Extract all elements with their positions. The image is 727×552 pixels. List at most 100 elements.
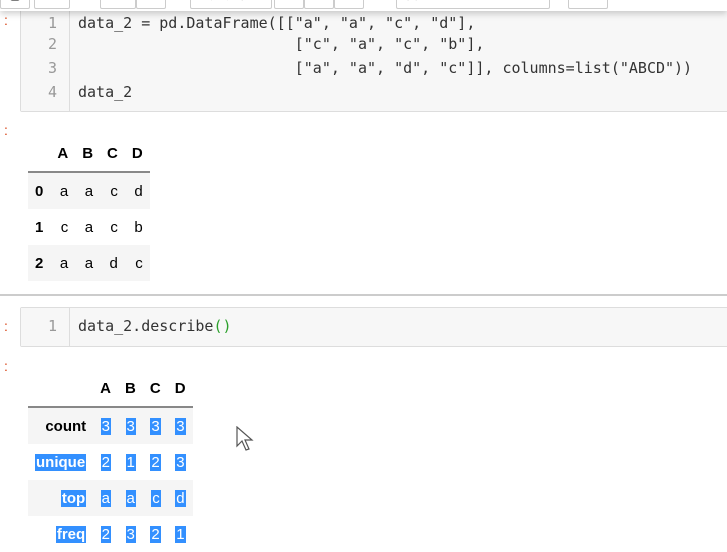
cell-type-select[interactable]: 代码	[396, 0, 550, 9]
cell-value: c	[110, 182, 118, 200]
cell-value: c	[135, 254, 143, 272]
cell-value: c	[151, 489, 161, 507]
table-row: count 3 3 3 3	[28, 407, 193, 444]
table-cell: c	[125, 245, 150, 281]
cell-value: 2	[150, 453, 161, 471]
input-prompt-2: :	[4, 318, 8, 334]
copy-button[interactable]: ⧉	[34, 0, 70, 9]
cell-value: 3	[125, 417, 136, 435]
table-cell: 2	[143, 444, 168, 480]
cell-value: a	[84, 254, 94, 272]
row-index: count	[28, 407, 93, 444]
cell-value: d	[109, 254, 118, 272]
table-row: top a a c d	[28, 480, 193, 516]
cell-value: 3	[175, 453, 186, 471]
table-cell: 2	[93, 444, 118, 480]
table-cell: 1	[118, 444, 143, 480]
row-index-label: 1	[35, 218, 44, 236]
describe-output: ABCD count 3 3 3 3 unique 2 1 2 3 top a a c d freq 2 3 2 1	[28, 370, 193, 552]
table-cell: 3	[168, 444, 193, 480]
mouse-cursor-icon	[236, 426, 254, 451]
cell-value: c	[110, 218, 118, 236]
code-line: data_2	[78, 83, 133, 101]
table-row: freq 2 3 2 1	[28, 516, 193, 552]
output-prompt-2: :	[4, 358, 8, 374]
row-index-label: 2	[35, 254, 44, 272]
table-cell: a	[118, 480, 143, 516]
cell-value: 3	[175, 417, 186, 435]
cell-value: 1	[175, 525, 186, 543]
table-cell: d	[125, 172, 150, 209]
table-row: 2aadc	[28, 245, 150, 281]
cell-value: a	[84, 218, 94, 236]
cell-value: a	[125, 489, 136, 507]
cell-value: a	[59, 254, 69, 272]
row-index-label: unique	[35, 453, 87, 471]
table-cell: 3	[118, 407, 143, 444]
cell-divider	[0, 294, 727, 296]
row-index: freq	[28, 516, 93, 552]
row-index-label: count	[45, 417, 87, 435]
row-index: 1	[28, 209, 50, 245]
cell-value: 2	[100, 525, 112, 543]
cell-value: 2	[150, 525, 161, 543]
row-index-label: freq	[55, 525, 87, 543]
row-index: 0	[28, 172, 50, 209]
table-cell: b	[125, 209, 150, 245]
table-row: unique 2 1 2 3	[28, 444, 193, 480]
row-index: unique	[28, 444, 93, 480]
cell-value: 3	[100, 417, 112, 435]
move-up-button[interactable]: ↑	[100, 0, 136, 9]
table-cell: a	[50, 172, 75, 209]
code-cell-2[interactable]: 1 data_2.describe()	[20, 307, 727, 347]
table-cell: c	[100, 209, 125, 245]
restart-run-button[interactable]: »	[334, 0, 364, 9]
table-cell: a	[75, 209, 100, 245]
table-row: 0aacd	[28, 172, 150, 209]
output-prompt-1: :	[4, 122, 8, 138]
table-cell: a	[75, 245, 100, 281]
line-gutter: 1234	[21, 0, 70, 111]
cell-value: d	[134, 182, 143, 200]
table-cell: d	[100, 245, 125, 281]
code-line: ["c", "a", "c", "b"],	[78, 35, 485, 53]
table-cell: d	[168, 480, 193, 516]
table-cell: 3	[93, 407, 118, 444]
save-button[interactable]: ▢	[0, 0, 30, 9]
row-index-label: 0	[35, 182, 44, 200]
table-cell: c	[50, 209, 75, 245]
table-cell: a	[93, 480, 118, 516]
stop-button[interactable]: ■	[274, 0, 304, 9]
table-cell: 3	[168, 407, 193, 444]
move-down-button[interactable]: ↓	[136, 0, 166, 9]
code-line: data_2 = pd.DataFrame([["a", "a", "c", "…	[78, 14, 476, 32]
table-cell: a	[50, 245, 75, 281]
table-cell: 2	[93, 516, 118, 552]
cell-value: d	[175, 489, 186, 507]
run-button[interactable]: ▶ 运行	[190, 0, 272, 9]
code-cell-1[interactable]: 1234 data_2 = pd.DataFrame([["a", "a", "…	[20, 0, 727, 112]
table-row: 1cacb	[28, 209, 150, 245]
table-cell: 3	[143, 407, 168, 444]
cell-value: a	[84, 182, 94, 200]
restart-button[interactable]: ↻	[304, 0, 334, 9]
cell-value: b	[134, 218, 143, 236]
keyboard-button[interactable]: ⌨	[568, 0, 608, 9]
dataframe-output: ABCD 0aacd1cacb2aadc	[28, 135, 150, 281]
row-index-label: top	[60, 489, 87, 507]
row-index: top	[28, 480, 93, 516]
cell-value: 3	[125, 525, 136, 543]
table-cell: c	[143, 480, 168, 516]
notebook-toolbar: ▢ ⧉ ↑ ↓ ▶ 运行 ■ ↻ » 代码 ⌨	[0, 0, 727, 11]
table-cell: 1	[168, 516, 193, 552]
code-paren: ()	[213, 317, 232, 335]
code-text: data_2.describe	[78, 317, 214, 335]
cell-value: c	[60, 218, 69, 236]
table-cell: 2	[143, 516, 168, 552]
cell-value: 2	[100, 453, 112, 471]
cell-value: a	[59, 182, 69, 200]
table-cell: 3	[118, 516, 143, 552]
table-cell: a	[75, 172, 100, 209]
input-prompt-1: :	[4, 12, 8, 28]
code-line: ["a", "a", "d", "c"]], columns=list("ABC…	[78, 59, 693, 77]
